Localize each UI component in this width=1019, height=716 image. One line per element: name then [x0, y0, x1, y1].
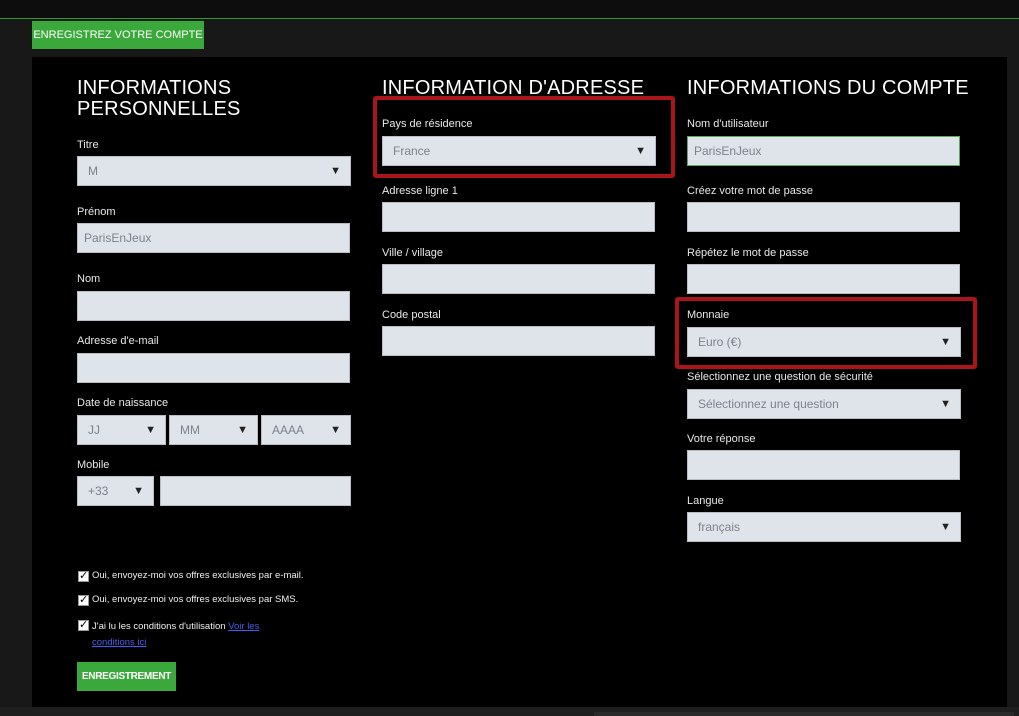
bottom-bar-segment: [594, 712, 1014, 716]
register-account-tab[interactable]: ENREGISTREZ VOTRE COMPTE: [32, 21, 204, 49]
title-value: M: [88, 164, 98, 178]
city-label: Ville / village: [382, 247, 443, 259]
mobile-prefix-value: +33: [88, 484, 109, 498]
language-label: Langue: [687, 495, 724, 507]
currency-highlight-box: [675, 297, 977, 369]
chevron-down-icon: ▼: [133, 485, 144, 497]
dob-year-value: AAAA: [272, 423, 305, 437]
dob-label: Date de naissance: [77, 397, 169, 409]
check-icon: ✓: [79, 570, 89, 582]
language-select[interactable]: français ▼: [687, 512, 961, 542]
chevron-down-icon: ▼: [940, 398, 951, 410]
terms-checkbox[interactable]: ✓: [78, 619, 89, 631]
answer-field[interactable]: [687, 450, 960, 480]
email-field[interactable]: [77, 353, 350, 383]
repeat-password-field[interactable]: [687, 264, 960, 294]
address-line1-label: Adresse ligne 1: [382, 185, 458, 197]
lastname-field[interactable]: [77, 291, 350, 321]
dob-month-select[interactable]: MM ▼: [169, 415, 258, 445]
mobile-label: Mobile: [77, 459, 110, 471]
check-icon: ✓: [79, 619, 89, 631]
repeat-password-label: Répétez le mot de passe: [687, 247, 809, 259]
sms-offers-checkbox[interactable]: ✓: [78, 594, 89, 606]
title-select[interactable]: M ▼: [77, 156, 351, 186]
firstname-label: Prénom: [77, 206, 116, 218]
security-question-label: Sélectionnez une question de sécurité: [687, 371, 873, 383]
dob-month-value: MM: [180, 423, 200, 437]
username-label: Nom d'utilisateur: [687, 118, 769, 130]
postal-code-label: Code postal: [382, 309, 441, 321]
chevron-down-icon: ▼: [940, 521, 951, 533]
account-info-heading: INFORMATIONS DU COMPTE: [687, 77, 969, 99]
security-question-value: Sélectionnez une question: [698, 397, 839, 411]
mobile-number-field[interactable]: [160, 476, 351, 506]
bottom-bar: [0, 707, 1019, 716]
answer-label: Votre réponse: [687, 433, 756, 445]
email-offers-text: Oui, envoyez-moi vos offres exclusives p…: [92, 570, 304, 581]
check-icon: ✓: [79, 594, 89, 606]
title-label: Titre: [77, 139, 99, 151]
dob-day-value: JJ: [88, 423, 100, 437]
email-offers-checkbox[interactable]: ✓: [78, 570, 89, 582]
postal-code-field[interactable]: [382, 326, 655, 356]
chevron-down-icon: ▼: [330, 165, 341, 177]
register-button[interactable]: ENREGISTREMENT: [77, 662, 176, 691]
personal-info-heading: INFORMATIONS PERSONNELLES: [77, 77, 241, 120]
firstname-field[interactable]: ParisEnJeux: [77, 223, 350, 253]
password-field[interactable]: [687, 202, 960, 232]
password-label: Créez votre mot de passe: [687, 185, 813, 197]
username-field[interactable]: ParisEnJeux: [687, 136, 960, 166]
chevron-down-icon: ▼: [145, 424, 156, 436]
mobile-prefix-select[interactable]: +33 ▼: [77, 476, 154, 506]
address-line1-field[interactable]: [382, 202, 655, 232]
chevron-down-icon: ▼: [237, 424, 248, 436]
security-question-select[interactable]: Sélectionnez une question ▼: [687, 389, 961, 419]
terms-label: J'ai lu les conditions d'utilisation: [92, 621, 229, 632]
dob-year-select[interactable]: AAAA ▼: [261, 415, 351, 445]
email-label: Adresse d'e-mail: [77, 335, 159, 347]
dob-day-select[interactable]: JJ ▼: [77, 415, 166, 445]
terms-text: J'ai lu les conditions d'utilisation Voi…: [92, 619, 302, 651]
language-value: français: [698, 520, 741, 534]
lastname-label: Nom: [77, 273, 101, 285]
top-strip: [0, 0, 1019, 19]
sms-offers-text: Oui, envoyez-moi vos offres exclusives p…: [92, 594, 299, 605]
city-field[interactable]: [382, 264, 655, 294]
country-highlight-box: [373, 96, 675, 178]
chevron-down-icon: ▼: [330, 424, 341, 436]
